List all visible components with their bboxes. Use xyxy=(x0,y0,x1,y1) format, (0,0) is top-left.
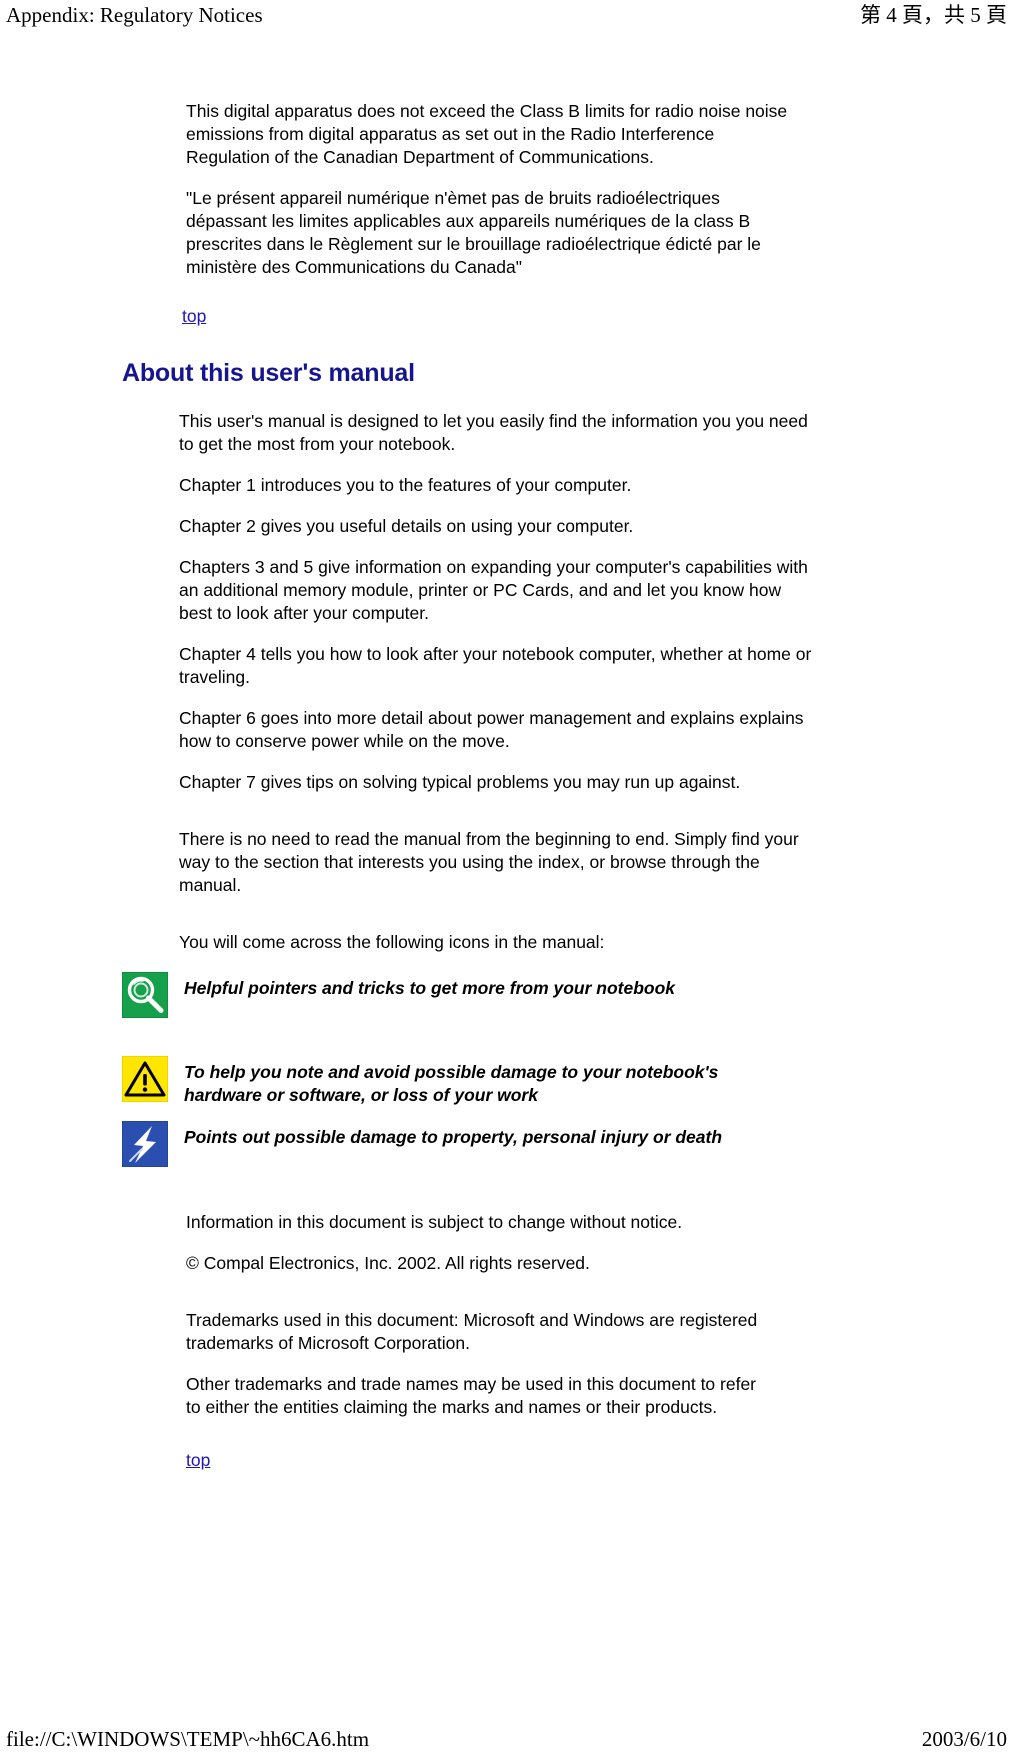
about-paragraph-chapter-6: Chapter 6 goes into more detail about po… xyxy=(179,708,804,751)
icon-legend-row-caution: To help you note and avoid possible dama… xyxy=(0,1056,1013,1107)
legal-paragraph-change-notice: Information in this document is subject … xyxy=(186,1212,683,1232)
magnifier-tip-icon xyxy=(122,972,168,1018)
print-header: Appendix: Regulatory Notices 第 4 頁，共 5 頁 xyxy=(0,0,1013,34)
print-footer-file-path: file://C:\WINDOWS\TEMP\~hh6CA6.htm xyxy=(6,1727,370,1751)
print-footer-date: 2003/6/10 xyxy=(921,1727,1007,1751)
legal-paragraph-other-trademarks: Other trademarks and trade names may be … xyxy=(186,1374,757,1417)
about-paragraph-chapter-7: Chapter 7 gives tips on solving typical … xyxy=(179,772,741,792)
print-header-title: Appendix: Regulatory Notices xyxy=(6,3,263,27)
document-content: This digital apparatus does not exceed t… xyxy=(0,100,1013,1472)
icon-legend-text-caution: To help you note and avoid possible dama… xyxy=(184,1062,719,1105)
about-paragraph-chapters-3-5: Chapters 3 and 5 give information on exp… xyxy=(179,557,808,623)
legal-paragraph-copyright: © Compal Electronics, Inc. 2002. All rig… xyxy=(186,1253,590,1273)
legal-paragraph-trademarks: Trademarks used in this document: Micros… xyxy=(186,1310,758,1353)
about-paragraph-chapter-1: Chapter 1 introduces you to the features… xyxy=(179,475,632,495)
print-header-pagination: 第 4 頁，共 5 頁 xyxy=(860,3,1007,27)
about-paragraph-chapter-4: Chapter 4 tells you how to look after yo… xyxy=(179,644,812,687)
icon-legend-row-tip: Helpful pointers and tricks to get more … xyxy=(0,972,1013,1018)
icon-legend-text-danger: Points out possible damage to property, … xyxy=(184,1127,723,1147)
icon-legend-text-tip: Helpful pointers and tricks to get more … xyxy=(184,978,676,998)
about-paragraph-intro: This user's manual is designed to let yo… xyxy=(179,411,808,454)
about-paragraph-chapter-2: Chapter 2 gives you useful details on us… xyxy=(179,516,634,536)
top-link-legal[interactable]: top xyxy=(186,1449,210,1472)
print-footer: file://C:\WINDOWS\TEMP\~hh6CA6.htm 2003/… xyxy=(0,1726,1013,1760)
lightning-bolt-danger-icon xyxy=(122,1121,168,1167)
about-paragraph-reading-advice: There is no need to read the manual from… xyxy=(179,829,799,895)
regulatory-paragraph-french: "Le présent appareil numérique n'èmet pa… xyxy=(186,188,761,277)
page-title-about-manual: About this user's manual xyxy=(122,359,415,387)
warning-triangle-icon xyxy=(122,1056,168,1102)
icon-legend-row-danger: Points out possible damage to property, … xyxy=(0,1121,1013,1167)
regulatory-paragraph-english: This digital apparatus does not exceed t… xyxy=(186,101,788,167)
about-paragraph-icons-intro: You will come across the following icons… xyxy=(179,932,605,952)
top-link-regulatory[interactable]: top xyxy=(182,305,206,328)
